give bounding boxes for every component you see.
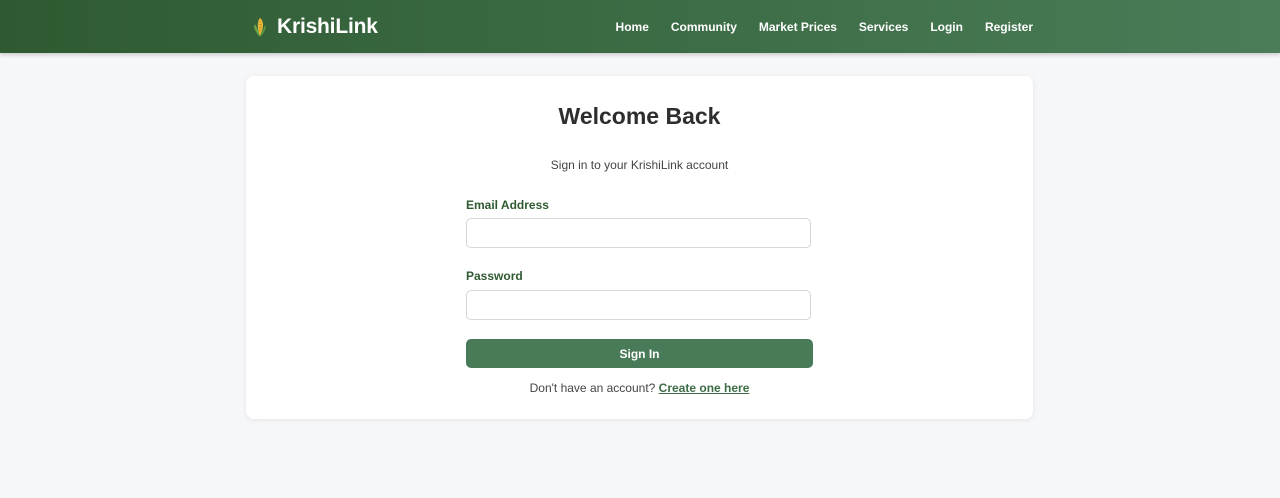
email-label: Email Address — [466, 198, 549, 212]
nav-register-link[interactable]: Register — [985, 20, 1033, 34]
nav-community-link[interactable]: Community — [671, 20, 737, 34]
email-field[interactable] — [466, 218, 811, 248]
nav-market-prices-link[interactable]: Market Prices — [759, 20, 837, 34]
password-label: Password — [466, 269, 523, 283]
signup-prompt-text: Don't have an account? — [529, 381, 656, 395]
nav-services-link[interactable]: Services — [859, 20, 908, 34]
sign-in-button[interactable]: Sign In — [466, 339, 813, 368]
top-navbar: KrishiLink Home Community Market Prices … — [0, 0, 1280, 53]
main-nav: Home Community Market Prices Services Lo… — [616, 0, 1033, 53]
brand-logo[interactable]: KrishiLink — [251, 12, 378, 42]
brand-name: KrishiLink — [277, 15, 378, 38]
nav-home-link[interactable]: Home — [616, 20, 649, 34]
signup-prompt: Don't have an account? Create one here — [246, 381, 1033, 395]
page-subtitle: Sign in to your KrishiLink account — [550, 158, 729, 172]
page-title: Welcome Back — [558, 103, 721, 129]
create-account-link[interactable]: Create one here — [659, 381, 750, 395]
password-field[interactable] — [466, 290, 811, 320]
login-card: Welcome Back Sign in to your KrishiLink … — [246, 76, 1033, 419]
corn-icon — [254, 18, 266, 37]
nav-login-link[interactable]: Login — [930, 20, 963, 34]
